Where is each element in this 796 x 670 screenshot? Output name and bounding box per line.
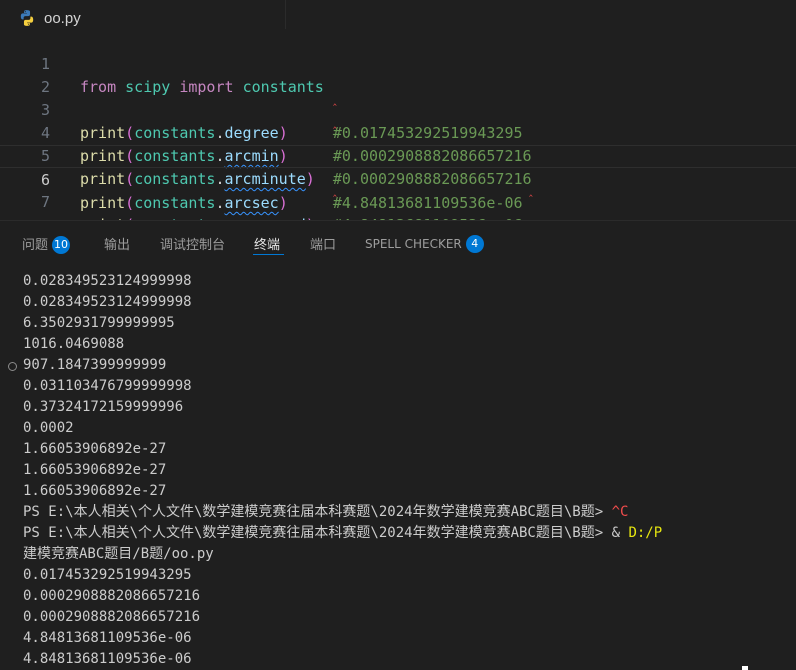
code-line-2[interactable]: 2 bbox=[0, 53, 796, 96]
terminal-line: 0.0002 bbox=[23, 420, 74, 436]
terminal-prompt-line: PS E:\本人相关\个人文件\数学建模竞赛往届本科赛题\2024年数学建模竞赛… bbox=[23, 502, 628, 523]
code-line-1[interactable]: 1 from scipy import constants bbox=[0, 30, 796, 96]
terminal-line: 0.0002908882086657216 bbox=[23, 609, 201, 625]
editor-tab-filename: oo.py bbox=[44, 10, 81, 27]
warning-marker: ‸ bbox=[333, 93, 337, 106]
python-icon bbox=[20, 10, 34, 26]
code-line-6[interactable]: 6 print(constants.arcsec) #4.84813681109… bbox=[0, 145, 796, 212]
terminal-line: 0.0002908882086657216 bbox=[23, 588, 201, 604]
code-editor[interactable]: 1 from scipy import constants 2 3 print(… bbox=[0, 29, 796, 234]
tab-debug-console[interactable]: 调试控制台 bbox=[160, 234, 225, 253]
interrupt-marker: ^C bbox=[611, 504, 629, 520]
active-tab-indicator bbox=[253, 254, 284, 255]
tab-problems[interactable]: 问题 10 bbox=[22, 234, 71, 254]
warning-marker: ‸ bbox=[529, 184, 533, 197]
code-text: print(constants.arcsec) #4.8481368110953… bbox=[80, 194, 523, 212]
attribute-name-spelling-flag: arcsec bbox=[224, 194, 279, 212]
tab-terminal[interactable]: 终端 bbox=[254, 234, 280, 253]
terminal-line: 4.84813681109536e-06 bbox=[23, 651, 192, 667]
code-comment: #4.84813681109536e-06 bbox=[332, 194, 523, 212]
editor-tab-bar: oo.py bbox=[0, 0, 796, 29]
line-number: 7 bbox=[40, 193, 50, 211]
terminal-cursor bbox=[742, 666, 748, 670]
tab-ports[interactable]: 端口 bbox=[310, 234, 336, 253]
problems-count-badge: 10 bbox=[52, 236, 71, 254]
warning-marker: ‸ bbox=[333, 184, 337, 197]
tab-output[interactable]: 输出 bbox=[104, 234, 130, 253]
terminal-line: 1016.0469088 bbox=[23, 336, 125, 352]
call-operator: & bbox=[611, 525, 629, 541]
terminal-wrapped-line: 建模竞赛ABC题目/B题/oo.py bbox=[23, 546, 214, 562]
terminal-line: 1.66053906892e-27 bbox=[23, 441, 167, 457]
terminal-line: 0.028349523124999998 bbox=[23, 273, 192, 289]
tab-spell-checker[interactable]: SPELL CHECKER 4 bbox=[365, 235, 484, 253]
command-decoration-icon[interactable] bbox=[8, 362, 17, 371]
code-line-7[interactable]: 7 print(constants.arcsecond) #4.84813681… bbox=[0, 168, 796, 234]
object-name: constants bbox=[134, 194, 216, 212]
tab-label: 问题 bbox=[22, 238, 49, 253]
terminal-line: 4.84813681109536e-06 bbox=[23, 630, 192, 646]
code-line-5[interactable]: 5 print(constants.arcminute) #0.00029088… bbox=[0, 122, 796, 188]
terminal-line: 907.1847399999999 bbox=[23, 357, 167, 373]
terminal-line: 0.017453292519943295 bbox=[23, 567, 192, 583]
terminal-line: 0.028349523124999998 bbox=[23, 294, 192, 310]
prompt-text: PS E:\本人相关\个人文件\数学建模竞赛往届本科赛题\2024年数学建模竞赛… bbox=[23, 525, 612, 541]
bottom-panel: 问题 10 输出 调试控制台 终端 端口 SPELL CHECKER 4 0.028… bbox=[0, 220, 796, 670]
code-line-3[interactable]: 3 print(constants.degree) #0.01745329251… bbox=[0, 76, 796, 142]
terminal-line: 1.66053906892e-27 bbox=[23, 462, 167, 478]
prompt-text: PS E:\本人相关\个人文件\数学建模竞赛往届本科赛题\2024年数学建模竞赛… bbox=[23, 504, 612, 520]
code-line-4[interactable]: 4 print(constants.arcmin) #0.00029088820… bbox=[0, 99, 796, 165]
function-name: print bbox=[80, 194, 126, 212]
terminal-line: 6.3502931799999995 bbox=[23, 315, 175, 331]
panel-tab-bar: 问题 10 输出 调试控制台 终端 端口 SPELL CHECKER 4 bbox=[0, 221, 796, 263]
terminal-line: 0.37324172159999996 bbox=[23, 399, 184, 415]
tab-label: SPELL CHECKER bbox=[365, 237, 462, 251]
editor-tab-oo-py[interactable]: oo.py bbox=[0, 0, 286, 29]
warning-marker: ‸ bbox=[333, 116, 337, 129]
command-path: D:/P bbox=[628, 525, 663, 541]
spell-checker-count-badge: 4 bbox=[465, 235, 484, 253]
terminal-line: 0.031103476799999998 bbox=[23, 378, 192, 394]
terminal-line: 1.66053906892e-27 bbox=[23, 483, 167, 499]
terminal-prompt-line: PS E:\本人相关\个人文件\数学建模竞赛往届本科赛题\2024年数学建模竞赛… bbox=[23, 523, 662, 544]
